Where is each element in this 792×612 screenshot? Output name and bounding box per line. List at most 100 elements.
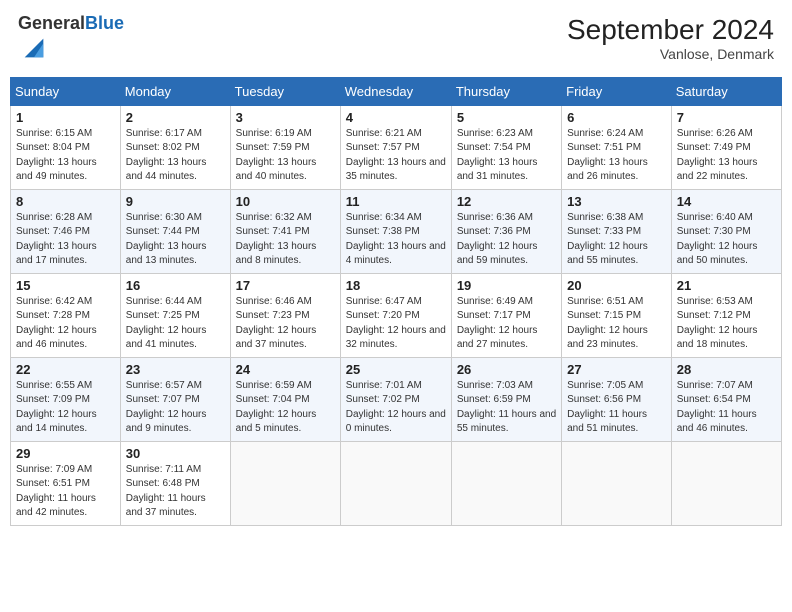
- day-number: 24: [236, 362, 335, 377]
- day-info: Sunrise: 6:30 AMSunset: 7:44 PMDaylight:…: [126, 211, 225, 269]
- table-cell: 4 Sunrise: 6:21 AMSunset: 7:57 PMDaylight…: [340, 105, 451, 189]
- day-info: Sunrise: 6:28 AMSunset: 7:46 PMDaylight:…: [16, 211, 115, 269]
- table-cell: 2Sunrise: 6:17 AMSunset: 8:02 PMDaylight…: [120, 105, 230, 189]
- day-info: Sunrise: 6:40 AMSunset: 7:30 PMDaylight:…: [677, 211, 776, 269]
- day-number: 7: [677, 110, 776, 125]
- table-cell: 17 Sunrise: 6:46 AMSunset: 7:23 PMDayligh…: [230, 273, 340, 357]
- table-cell: 24 Sunrise: 6:59 AMSunset: 7:04 PMDayligh…: [230, 357, 340, 441]
- day-number: 27: [567, 362, 666, 377]
- table-cell: 10 Sunrise: 6:32 AMSunset: 7:41 PMDayligh…: [230, 189, 340, 273]
- table-cell: [230, 441, 340, 525]
- table-cell: 30 Sunrise: 7:11 AMSunset: 6:48 PMDayligh…: [120, 441, 230, 525]
- day-info: Sunrise: 6:19 AMSunset: 7:59 PMDaylight:…: [236, 127, 335, 185]
- day-info: Sunrise: 7:09 AMSunset: 6:51 PMDaylight:…: [16, 463, 115, 521]
- table-cell: 16 Sunrise: 6:44 AMSunset: 7:25 PMDayligh…: [120, 273, 230, 357]
- day-number: 30: [126, 446, 225, 461]
- calendar-header-row: Sunday Monday Tuesday Wednesday Thursday…: [11, 77, 782, 105]
- day-number: 25: [346, 362, 446, 377]
- table-cell: 12Sunrise: 6:36 AMSunset: 7:36 PMDayligh…: [451, 189, 561, 273]
- day-info: Sunrise: 6:42 AMSunset: 7:28 PMDaylight:…: [16, 295, 115, 353]
- day-info: Sunrise: 7:07 AMSunset: 6:54 PMDaylight:…: [677, 379, 776, 437]
- day-number: 12: [457, 194, 556, 209]
- day-info: Sunrise: 6:46 AMSunset: 7:23 PMDaylight:…: [236, 295, 335, 353]
- day-number: 16: [126, 278, 225, 293]
- day-info: Sunrise: 6:38 AMSunset: 7:33 PMDaylight:…: [567, 211, 666, 269]
- day-number: 11: [346, 194, 446, 209]
- table-cell: 14 Sunrise: 6:40 AMSunset: 7:30 PMDayligh…: [671, 189, 781, 273]
- day-number: 2: [126, 110, 225, 125]
- day-info: Sunrise: 6:59 AMSunset: 7:04 PMDaylight:…: [236, 379, 335, 437]
- day-info: Sunrise: 7:01 AMSunset: 7:02 PMDaylight:…: [346, 379, 446, 437]
- table-cell: 15 Sunrise: 6:42 AMSunset: 7:28 PMDayligh…: [11, 273, 121, 357]
- day-number: 15: [16, 278, 115, 293]
- title-block: September 2024 Vanlose, Denmark: [567, 14, 774, 62]
- day-number: 5: [457, 110, 556, 125]
- table-cell: 3 Sunrise: 6:19 AMSunset: 7:59 PMDaylight…: [230, 105, 340, 189]
- table-cell: 7 Sunrise: 6:26 AMSunset: 7:49 PMDaylight…: [671, 105, 781, 189]
- day-number: 23: [126, 362, 225, 377]
- location: Vanlose, Denmark: [567, 46, 774, 62]
- day-number: 22: [16, 362, 115, 377]
- day-number: 14: [677, 194, 776, 209]
- table-cell: 6 Sunrise: 6:24 AMSunset: 7:51 PMDaylight…: [562, 105, 672, 189]
- month-title: September 2024: [567, 14, 774, 46]
- day-info: Sunrise: 6:51 AMSunset: 7:15 PMDaylight:…: [567, 295, 666, 353]
- table-cell: 27 Sunrise: 7:05 AMSunset: 6:56 PMDayligh…: [562, 357, 672, 441]
- day-number: 18: [346, 278, 446, 293]
- day-info: Sunrise: 6:55 AMSunset: 7:09 PMDaylight:…: [16, 379, 115, 437]
- col-tuesday: Tuesday: [230, 77, 340, 105]
- table-cell: 8Sunrise: 6:28 AMSunset: 7:46 PMDaylight…: [11, 189, 121, 273]
- table-cell: 13 Sunrise: 6:38 AMSunset: 7:33 PMDayligh…: [562, 189, 672, 273]
- day-number: 3: [236, 110, 335, 125]
- table-cell: 29 Sunrise: 7:09 AMSunset: 6:51 PMDayligh…: [11, 441, 121, 525]
- table-cell: [451, 441, 561, 525]
- col-sunday: Sunday: [11, 77, 121, 105]
- col-wednesday: Wednesday: [340, 77, 451, 105]
- table-cell: 21 Sunrise: 6:53 AMSunset: 7:12 PMDayligh…: [671, 273, 781, 357]
- day-number: 4: [346, 110, 446, 125]
- day-number: 9: [126, 194, 225, 209]
- table-cell: 26 Sunrise: 7:03 AMSunset: 6:59 PMDayligh…: [451, 357, 561, 441]
- day-info: Sunrise: 6:21 AMSunset: 7:57 PMDaylight:…: [346, 127, 446, 185]
- table-cell: 25 Sunrise: 7:01 AMSunset: 7:02 PMDayligh…: [340, 357, 451, 441]
- day-info: Sunrise: 6:34 AMSunset: 7:38 PMDaylight:…: [346, 211, 446, 269]
- table-cell: [340, 441, 451, 525]
- day-info: Sunrise: 7:03 AMSunset: 6:59 PMDaylight:…: [457, 379, 556, 437]
- day-number: 29: [16, 446, 115, 461]
- day-number: 20: [567, 278, 666, 293]
- day-number: 19: [457, 278, 556, 293]
- logo: GeneralBlue: [18, 14, 124, 67]
- page-header: GeneralBlue September 2024 Vanlose, Denm…: [10, 10, 782, 71]
- day-number: 13: [567, 194, 666, 209]
- day-info: Sunrise: 7:05 AMSunset: 6:56 PMDaylight:…: [567, 379, 666, 437]
- table-cell: 9 Sunrise: 6:30 AMSunset: 7:44 PMDaylight…: [120, 189, 230, 273]
- day-info: Sunrise: 7:11 AMSunset: 6:48 PMDaylight:…: [126, 463, 225, 521]
- day-number: 1: [16, 110, 115, 125]
- table-cell: 11 Sunrise: 6:34 AMSunset: 7:38 PMDayligh…: [340, 189, 451, 273]
- table-cell: 1 Sunrise: 6:15 AMSunset: 8:04 PMDaylight…: [11, 105, 121, 189]
- day-info: Sunrise: 6:47 AMSunset: 7:20 PMDaylight:…: [346, 295, 446, 353]
- col-thursday: Thursday: [451, 77, 561, 105]
- table-cell: 20 Sunrise: 6:51 AMSunset: 7:15 PMDayligh…: [562, 273, 672, 357]
- logo-general-text: General: [18, 13, 85, 33]
- day-number: 6: [567, 110, 666, 125]
- day-number: 17: [236, 278, 335, 293]
- day-info: Sunrise: 6:57 AMSunset: 7:07 PMDaylight:…: [126, 379, 225, 437]
- table-cell: 5Sunrise: 6:23 AMSunset: 7:54 PMDaylight…: [451, 105, 561, 189]
- day-info: Sunrise: 6:32 AMSunset: 7:41 PMDaylight:…: [236, 211, 335, 269]
- calendar-table: Sunday Monday Tuesday Wednesday Thursday…: [10, 77, 782, 526]
- col-friday: Friday: [562, 77, 672, 105]
- day-number: 21: [677, 278, 776, 293]
- day-number: 10: [236, 194, 335, 209]
- day-info: Sunrise: 6:26 AMSunset: 7:49 PMDaylight:…: [677, 127, 776, 185]
- table-cell: [671, 441, 781, 525]
- table-cell: [562, 441, 672, 525]
- day-info: Sunrise: 6:15 AMSunset: 8:04 PMDaylight:…: [16, 127, 115, 185]
- day-info: Sunrise: 6:44 AMSunset: 7:25 PMDaylight:…: [126, 295, 225, 353]
- table-cell: 18 Sunrise: 6:47 AMSunset: 7:20 PMDayligh…: [340, 273, 451, 357]
- logo-icon: [20, 34, 48, 62]
- table-cell: 28Sunrise: 7:07 AMSunset: 6:54 PMDayligh…: [671, 357, 781, 441]
- day-info: Sunrise: 6:53 AMSunset: 7:12 PMDaylight:…: [677, 295, 776, 353]
- day-number: 26: [457, 362, 556, 377]
- day-info: Sunrise: 6:24 AMSunset: 7:51 PMDaylight:…: [567, 127, 666, 185]
